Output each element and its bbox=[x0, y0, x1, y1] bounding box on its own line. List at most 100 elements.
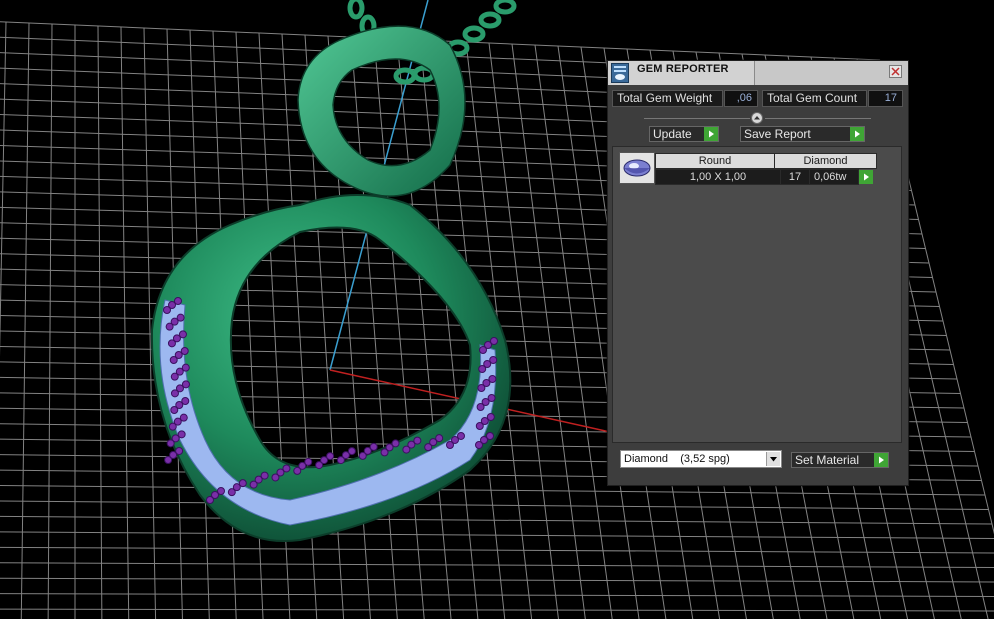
gem-prong bbox=[249, 480, 258, 489]
grid-line bbox=[350, 36, 398, 619]
gem-material-header: Diamond bbox=[774, 153, 877, 169]
chevron-down-icon[interactable] bbox=[766, 452, 780, 466]
update-button[interactable]: Update bbox=[649, 126, 719, 142]
go-arrow-icon[interactable] bbox=[859, 170, 873, 184]
save-report-button[interactable]: Save Report bbox=[740, 126, 865, 142]
grid-line bbox=[120, 26, 130, 619]
gem-prong bbox=[174, 297, 182, 305]
gem-prong bbox=[315, 461, 324, 470]
gem-prong bbox=[180, 347, 189, 355]
gem-prong bbox=[179, 413, 188, 422]
update-button-label: Update bbox=[653, 127, 692, 141]
gem-prong bbox=[181, 397, 190, 405]
title-cell: GEM REPORTER bbox=[608, 61, 755, 85]
close-icon bbox=[891, 67, 900, 76]
total-gem-count-value: 17 bbox=[868, 90, 903, 107]
gem-prong bbox=[424, 443, 433, 452]
title-bar[interactable]: GEM REPORTER bbox=[608, 61, 908, 85]
gem-prong bbox=[358, 451, 367, 460]
grid-line bbox=[0, 531, 994, 539]
grid-line bbox=[0, 515, 993, 525]
window-title: GEM REPORTER bbox=[637, 63, 729, 75]
go-arrow-icon bbox=[850, 127, 864, 141]
gem-prong bbox=[413, 436, 422, 445]
gem-count-cell: 17 bbox=[780, 169, 810, 185]
gem-prong bbox=[165, 322, 174, 331]
grid-line bbox=[0, 577, 994, 583]
collapse-icon bbox=[754, 116, 760, 120]
gem-prong bbox=[217, 487, 225, 495]
gem-prong bbox=[282, 464, 291, 473]
gem-list: Round Diamond 1,00 X 1,00 17 0,06tw bbox=[612, 146, 902, 443]
grid-line bbox=[0, 608, 994, 612]
gem-prong bbox=[475, 441, 483, 449]
gem-prong bbox=[489, 356, 498, 364]
total-gem-weight-label: Total Gem Weight bbox=[612, 90, 723, 107]
gem-prong bbox=[304, 457, 313, 466]
grid-line bbox=[0, 500, 989, 510]
total-gem-weight-value: ,06 bbox=[724, 90, 758, 107]
material-select[interactable]: Diamond (3,52 spg) bbox=[620, 450, 782, 468]
gem-prong bbox=[227, 488, 236, 497]
gem-prong bbox=[391, 439, 400, 448]
gem-prong bbox=[177, 430, 186, 439]
gem-prong bbox=[167, 339, 176, 348]
gem-prong bbox=[486, 413, 495, 421]
gem-prong bbox=[435, 434, 444, 443]
gem-prong bbox=[166, 439, 175, 448]
gem-prong bbox=[271, 473, 280, 482]
collapse-button[interactable] bbox=[751, 112, 763, 124]
gem-prong bbox=[446, 440, 454, 449]
grid-line bbox=[0, 593, 994, 597]
grid-line bbox=[47, 23, 53, 619]
gem-prong bbox=[486, 432, 494, 440]
set-material-button[interactable]: Set Material bbox=[791, 452, 889, 468]
gem-prong bbox=[336, 456, 345, 465]
grid-line bbox=[0, 485, 986, 496]
gem-weight-cell: 0,06tw bbox=[809, 169, 859, 185]
gem-prong bbox=[163, 306, 171, 314]
save-report-button-label: Save Report bbox=[744, 127, 811, 141]
gem-prong bbox=[168, 422, 177, 431]
gem-prong bbox=[293, 466, 302, 475]
total-gem-count-label: Total Gem Count bbox=[762, 90, 867, 107]
grid-line bbox=[97, 25, 103, 619]
gem-prong bbox=[170, 389, 179, 398]
grid-line bbox=[0, 562, 994, 568]
gem-prong bbox=[479, 346, 487, 354]
grid-line bbox=[0, 21, 7, 357]
gem-prong bbox=[178, 330, 187, 339]
go-arrow-icon bbox=[874, 453, 888, 467]
gem-prong bbox=[169, 356, 178, 364]
gem-prong bbox=[238, 479, 247, 488]
gem-shape-header: Round bbox=[655, 153, 775, 169]
gem-prong bbox=[477, 384, 486, 392]
gem-prong bbox=[181, 380, 190, 389]
gem-prong bbox=[402, 445, 411, 454]
gem-prong bbox=[487, 394, 496, 402]
title-bar-spacer bbox=[755, 61, 908, 85]
gem-prong bbox=[164, 456, 173, 464]
gem-reporter-panel: GEM REPORTER Total Gem Weight ,06 Total … bbox=[607, 60, 909, 486]
grid-line bbox=[534, 44, 613, 619]
grid-line bbox=[20, 22, 30, 619]
gem-prong bbox=[476, 403, 485, 411]
gem-prong bbox=[488, 375, 497, 383]
gem-reporter-app-icon bbox=[611, 63, 629, 83]
divider-right bbox=[765, 118, 871, 119]
gem-prong bbox=[176, 313, 185, 322]
gem-prong bbox=[478, 365, 487, 373]
gem-prong bbox=[170, 406, 179, 414]
close-button[interactable] bbox=[889, 65, 902, 78]
material-select-value: Diamond (3,52 spg) bbox=[624, 453, 730, 465]
gem-size-cell: 1,00 X 1,00 bbox=[655, 169, 781, 185]
gem-prong bbox=[490, 337, 498, 345]
gem-prong bbox=[181, 363, 190, 372]
go-arrow-icon bbox=[704, 127, 718, 141]
gem-prong bbox=[369, 442, 378, 451]
round-gem-icon[interactable] bbox=[619, 152, 655, 184]
gem-prong bbox=[380, 448, 389, 457]
gem-prong bbox=[475, 422, 484, 430]
gem-prong bbox=[457, 431, 465, 440]
gem-prong bbox=[347, 447, 356, 456]
